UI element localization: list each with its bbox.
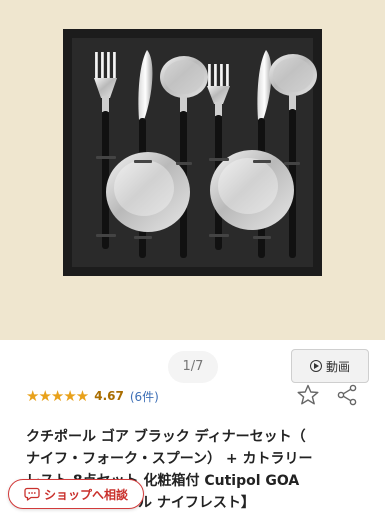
review-count-link[interactable]: (6件) — [130, 388, 159, 405]
favorite-star-icon[interactable] — [296, 383, 320, 407]
shop-consult-label: ショップへ相談 — [43, 487, 128, 502]
share-icon[interactable] — [335, 383, 359, 407]
rating-row[interactable]: ★★★★★ 4.67 (6件) — [26, 386, 159, 406]
cutlery-set-image — [63, 29, 322, 276]
video-button[interactable]: 動画 — [291, 349, 369, 383]
product-title-line: ナイフ・フォーク・スプーン） + カトラリー — [26, 451, 313, 467]
video-button-label: 動画 — [325, 359, 350, 374]
star-rating-icon: ★★★★★ — [26, 387, 89, 405]
shop-consult-button[interactable]: ショップへ相談 — [8, 479, 144, 509]
product-title-line: クチポール ゴア ブラック ディナーセット（ — [26, 429, 306, 445]
product-photo[interactable] — [0, 0, 385, 340]
chat-bubble-icon — [24, 487, 40, 501]
gallery-page-indicator: 1/7 — [168, 351, 218, 383]
rating-value: 4.67 — [94, 389, 124, 403]
play-icon — [309, 360, 322, 372]
